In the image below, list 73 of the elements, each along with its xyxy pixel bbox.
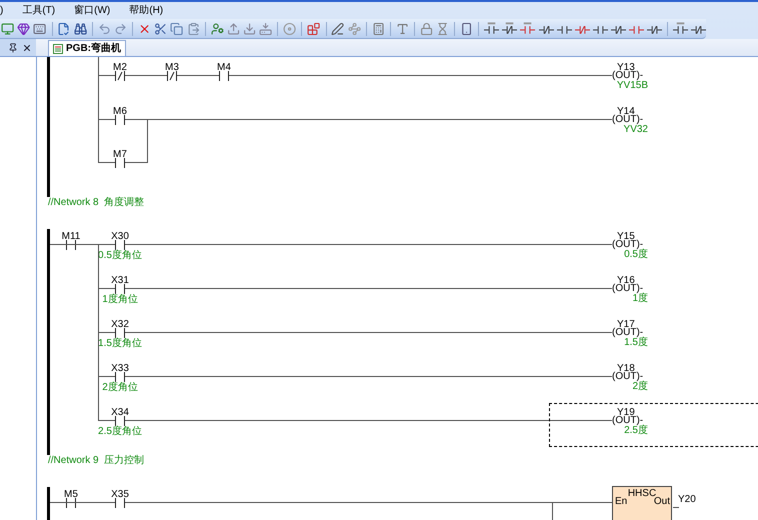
contact-address: X32 xyxy=(111,319,129,330)
ladder-symbol-icon[interactable] xyxy=(484,22,500,36)
contact-address: M7 xyxy=(113,149,127,160)
open-contact-icon[interactable] xyxy=(65,240,77,250)
coil-comment: 2.5度 xyxy=(624,425,648,437)
menu-item[interactable]: 窗口(W) xyxy=(74,4,110,16)
coil-symbol[interactable]: (OUT)- xyxy=(612,415,644,426)
calculator-icon[interactable] xyxy=(372,22,385,36)
coil-symbol[interactable]: (OUT)- xyxy=(612,70,644,81)
contact-address: X31 xyxy=(111,275,129,286)
contact-address: M11 xyxy=(62,231,80,242)
checklist-icon[interactable] xyxy=(57,22,71,36)
upload-icon[interactable] xyxy=(226,22,240,36)
contact-comment: 2度角位 xyxy=(102,382,138,394)
network-comment: //Network 8 角度调整 xyxy=(48,197,144,209)
coil-comment: YV32 xyxy=(624,124,648,136)
block-output-pin: Out xyxy=(654,496,670,507)
monitor-icon[interactable] xyxy=(1,22,14,36)
binoculars-icon[interactable] xyxy=(74,22,87,36)
contact-address: M4 xyxy=(217,62,231,73)
contact-address: M2 xyxy=(113,62,127,73)
paste-icon[interactable] xyxy=(186,22,200,36)
close-icon[interactable] xyxy=(22,42,32,52)
coil-comment: 0.5度 xyxy=(624,249,648,261)
coil-symbol[interactable]: (OUT)- xyxy=(612,114,644,125)
scissors-icon[interactable] xyxy=(154,22,168,36)
keyboard-icon[interactable] xyxy=(33,22,47,36)
gem-icon[interactable] xyxy=(17,22,30,36)
font-icon[interactable] xyxy=(396,22,410,36)
undo-icon[interactable] xyxy=(98,22,111,36)
lock-icon[interactable] xyxy=(420,22,434,36)
coil-symbol[interactable]: (OUT)- xyxy=(612,239,644,250)
coil-symbol[interactable]: (OUT)- xyxy=(612,327,644,338)
pen-icon[interactable] xyxy=(331,22,345,36)
contact-address: X34 xyxy=(111,407,129,418)
phone-icon[interactable] xyxy=(460,22,474,36)
blocks-icon[interactable] xyxy=(307,22,321,36)
block-output-address: Y20 xyxy=(678,494,696,505)
ladder-symbol-icon[interactable] xyxy=(502,22,518,36)
hourglass-icon[interactable] xyxy=(436,22,450,36)
contact-address: M5 xyxy=(64,489,78,500)
coil-comment: 1度 xyxy=(632,293,648,305)
pin-icon[interactable] xyxy=(8,42,18,52)
block-input-pin: En xyxy=(615,496,628,507)
contact-address: X30 xyxy=(111,231,129,242)
drive-icon[interactable] xyxy=(259,22,272,36)
redo-icon[interactable] xyxy=(114,22,128,36)
ladder-file-icon xyxy=(53,44,63,54)
contact-comment: 1.5度角位 xyxy=(98,338,142,350)
coil-comment: YV15B xyxy=(616,80,648,92)
block-name: HHSC xyxy=(628,488,656,499)
coil-symbol[interactable]: (OUT)- xyxy=(612,283,644,294)
ladder-symbol-icon[interactable] xyxy=(672,22,688,36)
contact-address: M6 xyxy=(113,106,127,117)
document-tab[interactable]: PGB:弯曲机 xyxy=(48,40,126,56)
menu-item[interactable]: ) xyxy=(0,4,4,16)
user-icon[interactable] xyxy=(210,22,224,36)
function-block[interactable] xyxy=(612,486,672,520)
coil-comment: 1.5度 xyxy=(624,337,648,349)
coil-comment: 2度 xyxy=(632,381,648,393)
ladder-symbol-icon[interactable] xyxy=(520,22,536,36)
contact-address: X33 xyxy=(111,363,129,374)
coil-symbol[interactable]: (OUT)- xyxy=(612,371,644,382)
menu-item[interactable]: 帮助(H) xyxy=(129,4,164,16)
copy-icon[interactable] xyxy=(170,22,184,36)
open-contact-icon[interactable] xyxy=(65,498,77,508)
contact-comment: 2.5度角位 xyxy=(98,426,142,438)
network-comment: //Network 9 压力控制 xyxy=(48,455,144,467)
menu-item[interactable]: 工具(T) xyxy=(22,4,56,16)
download-icon[interactable] xyxy=(242,22,256,36)
contact-comment: 1度角位 xyxy=(102,294,138,306)
contact-address: M3 xyxy=(165,62,179,73)
contact-address: X35 xyxy=(111,489,129,500)
